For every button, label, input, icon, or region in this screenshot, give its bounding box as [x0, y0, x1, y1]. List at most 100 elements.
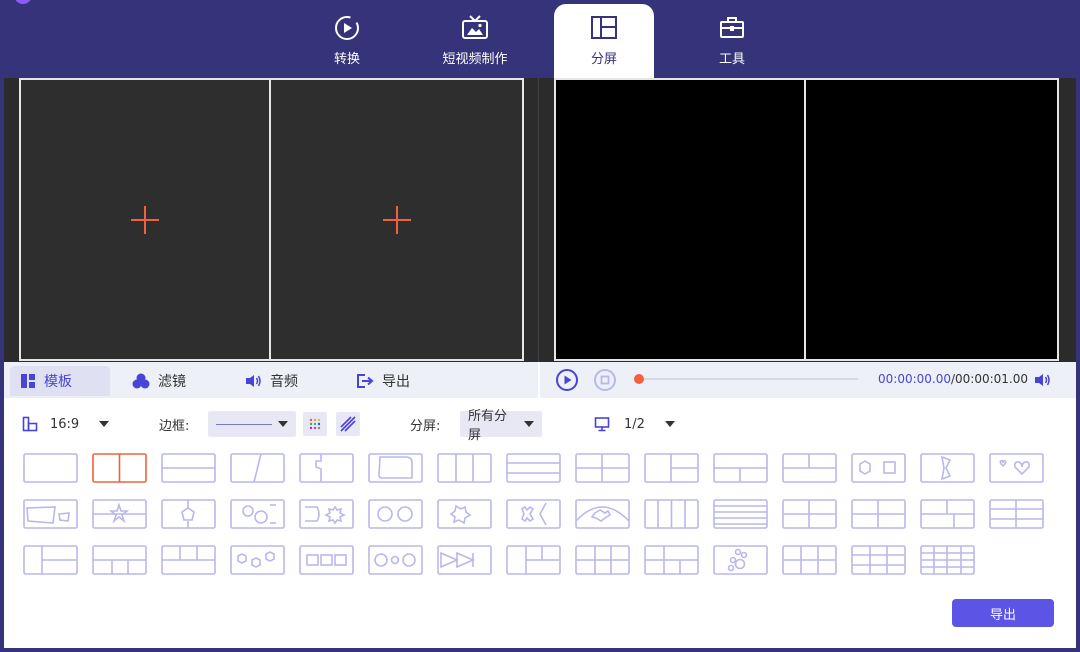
line-style-preview — [216, 423, 272, 425]
subtab-template[interactable]: 模板 — [10, 366, 110, 396]
subtab-filter[interactable]: 滤镜 — [132, 366, 186, 396]
split-template-38[interactable] — [506, 545, 561, 575]
split-template-20[interactable] — [299, 499, 354, 529]
split-template-17[interactable] — [92, 499, 147, 529]
play-icon — [556, 369, 578, 391]
volume-icon — [1035, 374, 1050, 386]
split-template-19[interactable] — [230, 499, 285, 529]
border-pattern-button[interactable] — [336, 410, 360, 438]
split-template-32[interactable] — [92, 545, 147, 575]
page-selector[interactable]: 1/2 — [594, 410, 675, 438]
subtab-filter-label: 滤镜 — [158, 374, 186, 390]
play-button[interactable] — [554, 367, 580, 393]
output-cell-right — [806, 78, 1059, 361]
volume-button[interactable] — [1030, 367, 1056, 393]
split-template-35[interactable] — [299, 545, 354, 575]
split-template-11[interactable] — [713, 453, 768, 483]
split-template-40[interactable] — [644, 545, 699, 575]
sub-tab-bar: 模板 滤镜 音频 导出 — [4, 362, 538, 398]
split-template-3[interactable] — [161, 453, 216, 483]
split-template-24[interactable] — [575, 499, 630, 529]
tab-tools-label: 工具 — [718, 52, 745, 67]
aspect-ratio-icon — [22, 416, 38, 432]
split-template-29[interactable] — [920, 499, 975, 529]
split-template-31[interactable] — [23, 545, 78, 575]
split-template-42[interactable] — [782, 545, 837, 575]
split-template-27[interactable] — [782, 499, 837, 529]
split-template-44[interactable] — [920, 545, 975, 575]
tab-tools[interactable]: 工具 — [692, 4, 772, 78]
split-template-5[interactable] — [299, 453, 354, 483]
tv-icon — [460, 13, 490, 43]
hatch-pattern-icon — [336, 412, 360, 436]
monitor-icon — [594, 417, 610, 432]
split-template-4[interactable] — [230, 453, 285, 483]
subtab-audio[interactable]: 音频 — [244, 366, 298, 396]
tab-split-screen[interactable]: 分屏 — [554, 4, 654, 78]
total-time: 00:00:01.00 — [955, 372, 1029, 386]
subtab-template-label: 模板 — [44, 374, 72, 390]
add-media-icon[interactable] — [131, 205, 159, 234]
border-label: 边框: — [159, 418, 190, 434]
tab-short-video-label: 短视频制作 — [442, 52, 508, 67]
split-template-7[interactable] — [437, 453, 492, 483]
split-filter-select[interactable]: 所有分屏 — [460, 409, 542, 443]
progress-knob[interactable] — [634, 374, 644, 384]
split-template-9[interactable] — [575, 453, 630, 483]
aspect-ratio-selector[interactable]: 16:9 — [22, 410, 110, 438]
split-template-8[interactable] — [506, 453, 561, 483]
border-style-select[interactable] — [208, 410, 296, 438]
split-template-34[interactable] — [230, 545, 285, 575]
split-template-30[interactable] — [989, 499, 1044, 529]
split-template-39[interactable] — [575, 545, 630, 575]
tab-short-video[interactable]: 短视频制作 — [430, 4, 520, 78]
edit-cell-left[interactable] — [19, 78, 271, 361]
split-template-14[interactable] — [920, 453, 975, 483]
stop-icon — [594, 369, 616, 391]
tab-split-screen-label: 分屏 — [590, 52, 617, 67]
split-template-16[interactable] — [23, 499, 78, 529]
stop-button[interactable] — [592, 367, 618, 393]
split-template-12[interactable] — [782, 453, 837, 483]
pane-divider — [527, 78, 551, 362]
subtab-export[interactable]: 导出 — [356, 366, 410, 396]
split-template-21[interactable] — [368, 499, 423, 529]
split-template-23[interactable] — [506, 499, 561, 529]
edit-canvas — [19, 78, 524, 361]
app-logo-corner — [14, 0, 32, 4]
split-template-26[interactable] — [713, 499, 768, 529]
split-template-18[interactable] — [161, 499, 216, 529]
audio-icon — [244, 373, 262, 389]
split-template-6[interactable] — [368, 453, 423, 483]
split-template-10[interactable] — [644, 453, 699, 483]
split-template-13[interactable] — [851, 453, 906, 483]
split-template-2[interactable] — [92, 453, 147, 483]
top-navigation: 转换 短视频制作 分屏 工具 — [0, 0, 1080, 78]
split-template-25[interactable] — [644, 499, 699, 529]
split-template-37[interactable] — [437, 545, 492, 575]
playback-bar: 00:00:00.00/00:00:01.00 — [540, 362, 1076, 398]
split-template-33[interactable] — [161, 545, 216, 575]
subtab-export-label: 导出 — [382, 374, 410, 390]
split-template-15[interactable] — [989, 453, 1044, 483]
border-color-button[interactable] — [303, 410, 327, 438]
export-button[interactable]: 导出 — [952, 599, 1054, 627]
convert-icon — [332, 13, 362, 43]
preview-area — [4, 78, 1076, 362]
output-preview — [554, 78, 1059, 361]
chevron-down-icon — [524, 421, 534, 427]
add-media-icon[interactable] — [382, 205, 411, 234]
split-template-43[interactable] — [851, 545, 906, 575]
split-template-41[interactable] — [713, 545, 768, 575]
progress-track[interactable] — [638, 378, 858, 380]
split-template-22[interactable] — [437, 499, 492, 529]
color-grid-icon — [303, 412, 327, 436]
edit-cell-right[interactable] — [271, 78, 524, 361]
tab-convert[interactable]: 转换 — [307, 4, 387, 78]
split-template-1[interactable] — [23, 453, 78, 483]
split-template-28[interactable] — [851, 499, 906, 529]
filter-icon — [132, 373, 150, 389]
template-grid — [23, 453, 1053, 583]
split-template-36[interactable] — [368, 545, 423, 575]
export-icon — [356, 373, 374, 389]
